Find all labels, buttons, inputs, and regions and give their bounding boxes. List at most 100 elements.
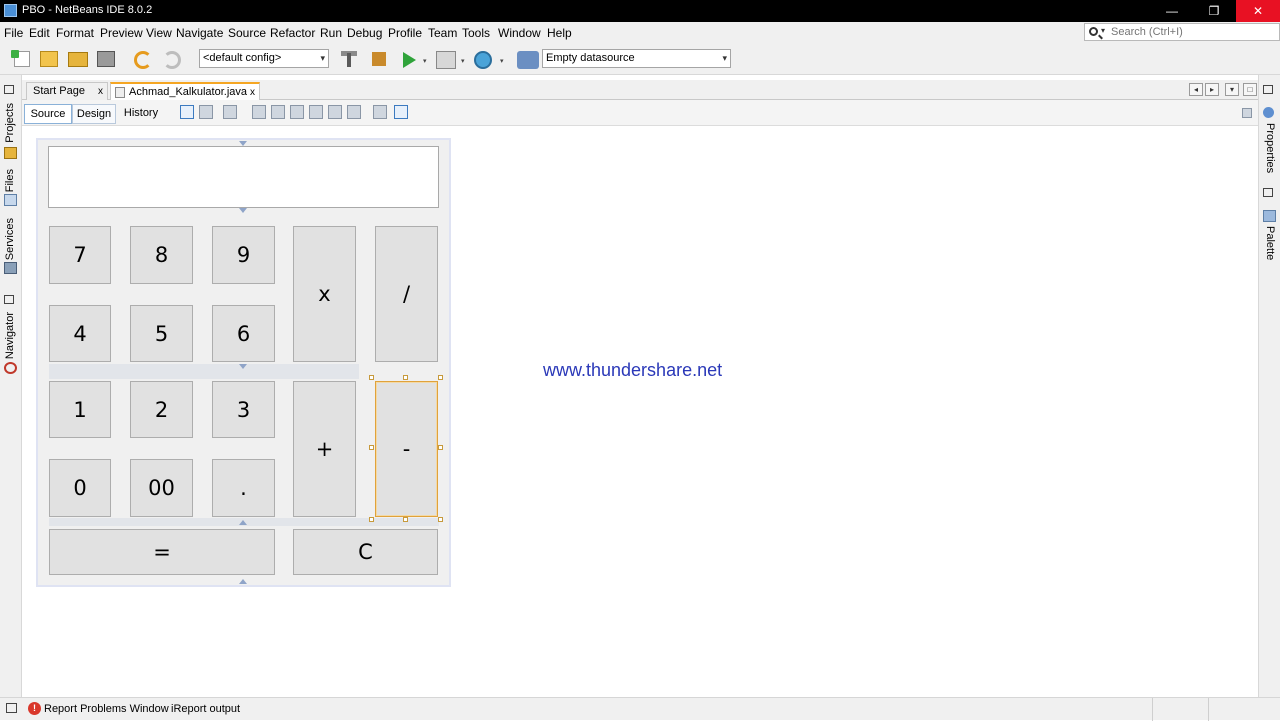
debug-icon[interactable]	[436, 51, 456, 69]
new-project-icon[interactable]	[40, 51, 58, 67]
sidebar-item-palette[interactable]: Palette	[1264, 226, 1276, 260]
button-plus[interactable]: +	[293, 381, 356, 517]
datasource-icon[interactable]	[517, 51, 539, 69]
sidebar-item-navigator[interactable]: Navigator	[4, 312, 16, 359]
button-7[interactable]: 7	[49, 226, 111, 284]
profile-dropdown-icon[interactable]: ▾	[500, 57, 504, 65]
menu-view[interactable]: View	[146, 26, 172, 40]
restore-window-icon[interactable]	[4, 85, 14, 94]
scroll-right-icon[interactable]: ▸	[1205, 83, 1219, 96]
button-2[interactable]: 2	[130, 381, 193, 438]
expand-icon[interactable]	[1242, 108, 1252, 118]
redo-icon[interactable]	[163, 51, 181, 69]
restore-window-icon[interactable]	[1263, 85, 1273, 94]
tab-start-page[interactable]: Start Page x	[26, 82, 108, 100]
menu-debug[interactable]: Debug	[347, 26, 382, 40]
maximize-button[interactable]: ❐	[1194, 0, 1234, 22]
resize-handle[interactable]	[369, 517, 374, 522]
menu-edit[interactable]: Edit	[29, 26, 50, 40]
menu-navigate[interactable]: Navigate	[176, 26, 223, 40]
menu-help[interactable]: Help	[547, 26, 572, 40]
menu-refactor[interactable]: Refactor	[270, 26, 315, 40]
button-minus[interactable]: -	[375, 381, 438, 517]
menu-team[interactable]: Team	[428, 26, 457, 40]
restore-window-icon[interactable]	[4, 295, 14, 304]
resize-vertical-icon[interactable]	[394, 105, 408, 119]
resize-handle[interactable]	[438, 517, 443, 522]
resize-handle[interactable]	[438, 375, 443, 380]
search-box[interactable]: ▾	[1084, 23, 1280, 41]
tab-history[interactable]: History	[118, 104, 164, 124]
resize-horizontal-icon[interactable]	[373, 105, 387, 119]
menu-window[interactable]: Window	[498, 26, 541, 40]
menu-preview[interactable]: Preview	[100, 26, 143, 40]
button-6[interactable]: 6	[212, 305, 275, 362]
menu-tools[interactable]: Tools	[462, 26, 490, 40]
button-1[interactable]: 1	[49, 381, 111, 438]
center-vertical-icon[interactable]	[347, 105, 361, 119]
resize-handle[interactable]	[403, 375, 408, 380]
button-8[interactable]: 8	[130, 226, 193, 284]
align-right-icon[interactable]	[271, 105, 285, 119]
scroll-left-icon[interactable]: ◂	[1189, 83, 1203, 96]
button-3[interactable]: 3	[212, 381, 275, 438]
button-00[interactable]: 00	[130, 459, 193, 517]
button-multiply[interactable]: x	[293, 226, 356, 362]
debug-dropdown-icon[interactable]: ▾	[461, 57, 465, 65]
align-top-icon[interactable]	[309, 105, 323, 119]
resize-handle[interactable]	[438, 445, 443, 450]
tab-achmad-kalkulator[interactable]: Achmad_Kalkulator.java x	[110, 82, 260, 100]
new-file-icon[interactable]	[11, 50, 30, 67]
report-problems-window-tab[interactable]: Report Problems Window	[44, 703, 169, 715]
button-decimal[interactable]: .	[212, 459, 275, 517]
button-clear[interactable]: C	[293, 529, 438, 575]
build-icon[interactable]	[338, 49, 360, 69]
preview-design-icon[interactable]	[223, 105, 237, 119]
button-9[interactable]: 9	[212, 226, 275, 284]
sidebar-item-files[interactable]: Files	[4, 169, 16, 192]
show-documents-icon[interactable]: ▾	[1225, 83, 1239, 96]
config-select[interactable]: <default config> ▾	[199, 49, 329, 68]
resize-handle[interactable]	[369, 375, 374, 380]
display-field[interactable]	[48, 146, 439, 208]
menu-source[interactable]: Source	[228, 26, 266, 40]
selection-mode-icon[interactable]	[180, 105, 194, 119]
run-icon[interactable]	[403, 52, 416, 68]
run-dropdown-icon[interactable]: ▾	[423, 57, 427, 65]
align-left-icon[interactable]	[252, 105, 266, 119]
clean-build-icon[interactable]	[368, 49, 390, 69]
button-0[interactable]: 0	[49, 459, 111, 517]
menu-format[interactable]: Format	[56, 26, 94, 40]
button-equals[interactable]: =	[49, 529, 275, 575]
tab-source[interactable]: Source	[24, 104, 72, 124]
datasource-select[interactable]: Empty datasource ▾	[542, 49, 731, 68]
close-icon[interactable]: x	[250, 84, 255, 101]
resize-handle[interactable]	[369, 445, 374, 450]
center-horizontal-icon[interactable]	[290, 105, 304, 119]
undo-icon[interactable]	[134, 51, 152, 69]
sidebar-item-services[interactable]: Services	[4, 218, 16, 260]
sidebar-item-properties[interactable]: Properties	[1264, 123, 1276, 173]
minimize-button[interactable]: —	[1152, 0, 1192, 22]
connection-mode-icon[interactable]	[199, 105, 213, 119]
restore-window-icon[interactable]	[6, 703, 17, 713]
align-bottom-icon[interactable]	[328, 105, 342, 119]
menu-profile[interactable]: Profile	[388, 26, 422, 40]
ireport-output-tab[interactable]: iReport output	[171, 703, 240, 715]
button-5[interactable]: 5	[130, 305, 193, 362]
chevron-down-icon[interactable]: ▾	[1101, 26, 1105, 35]
maximize-editor-icon[interactable]: □	[1243, 83, 1257, 96]
search-input[interactable]	[1111, 25, 1271, 39]
close-icon[interactable]: x	[98, 83, 103, 100]
sidebar-item-projects[interactable]: Projects	[4, 103, 16, 143]
save-all-icon[interactable]	[97, 51, 115, 67]
button-divide[interactable]: /	[375, 226, 438, 362]
menu-run[interactable]: Run	[320, 26, 342, 40]
menu-file[interactable]: File	[4, 26, 23, 40]
close-button[interactable]: ✕	[1236, 0, 1280, 22]
button-4[interactable]: 4	[49, 305, 111, 362]
resize-handle[interactable]	[403, 517, 408, 522]
open-project-icon[interactable]	[68, 52, 88, 67]
restore-window-icon[interactable]	[1263, 188, 1273, 197]
profile-icon[interactable]	[474, 51, 492, 69]
